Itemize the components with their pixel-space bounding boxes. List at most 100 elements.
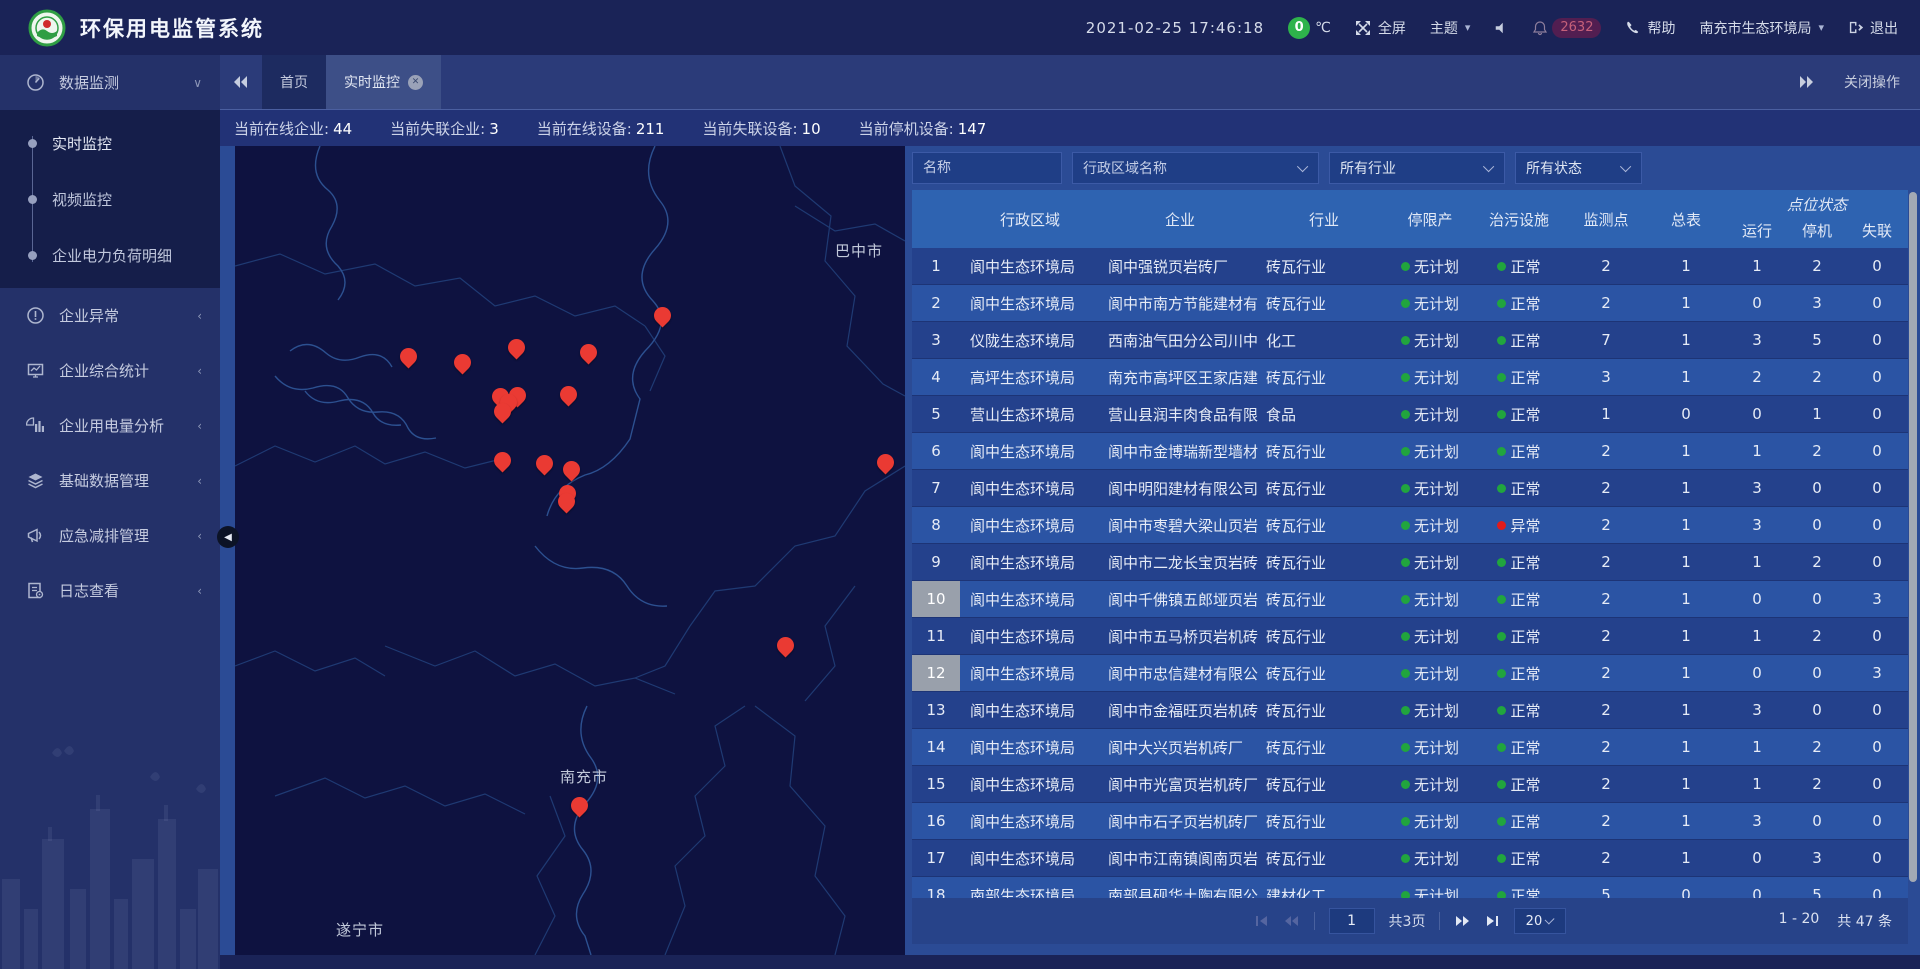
status-dot-green — [1497, 706, 1506, 715]
cell-halted: 3 — [1788, 840, 1846, 876]
prev-page-button[interactable] — [1283, 914, 1300, 928]
stat-label: 当前在线设备: — [537, 120, 632, 138]
next-page-button[interactable] — [1454, 914, 1471, 928]
cell-stop-status-label: 无计划 — [1414, 552, 1459, 573]
cell-stop-status-label: 无计划 — [1414, 811, 1459, 832]
cell-industry: 砖瓦行业 — [1260, 581, 1388, 617]
cell-index: 12 — [912, 655, 960, 691]
cell-total-meters: 1 — [1646, 359, 1726, 395]
map-canvas[interactable]: 巴中市南充市遂宁市 — [235, 146, 905, 955]
sound-toggle[interactable] — [1494, 21, 1508, 35]
chevron-down-icon: ∨ — [193, 76, 202, 90]
table-row[interactable]: 15阆中生态环境局阆中市光富页岩机砖厂砖瓦行业无计划正常21120 — [912, 766, 1908, 803]
cell-treatment-status-label: 正常 — [1510, 441, 1540, 462]
cell-halted: 2 — [1788, 729, 1846, 765]
table-row[interactable]: 10阆中生态环境局阆中千佛镇五郎垭页岩砖瓦行业无计划正常21003 — [912, 581, 1908, 618]
sidebar-sub-item-1[interactable]: 视频监控 — [0, 171, 220, 227]
cell-stop-status-label: 无计划 — [1414, 478, 1459, 499]
table-row[interactable]: 6阆中生态环境局阆中市金博瑞新型墙材砖瓦行业无计划正常21120 — [912, 433, 1908, 470]
cell-industry: 砖瓦行业 — [1260, 544, 1388, 580]
cell-region: 阆中生态环境局 — [960, 507, 1100, 543]
sidebar-item-label: 数据监测 — [59, 72, 119, 93]
cell-stop-status: 无计划 — [1388, 766, 1472, 802]
table-row[interactable]: 4高坪生态环境局南充市高坪区王家店建砖瓦行业无计划正常31220 — [912, 359, 1908, 396]
last-page-button[interactable] — [1485, 914, 1500, 928]
cell-treatment-status-label: 正常 — [1510, 700, 1540, 721]
status-select[interactable]: 所有状态 — [1515, 152, 1642, 184]
sidebar-item-6[interactable]: 日志查看‹ — [0, 563, 220, 618]
help-button[interactable]: 帮助 — [1625, 18, 1675, 38]
pagination-controls: 共3页 20 — [912, 908, 1908, 934]
logout-button[interactable]: 退出 — [1848, 18, 1898, 38]
name-search-input[interactable] — [923, 160, 1051, 176]
cell-industry: 砖瓦行业 — [1260, 507, 1388, 543]
tab-1[interactable]: 实时监控✕ — [326, 55, 441, 109]
cell-stop-status: 无计划 — [1388, 470, 1472, 506]
cell-running: 1 — [1726, 248, 1788, 284]
cell-region: 阆中生态环境局 — [960, 248, 1100, 284]
table-row[interactable]: 17阆中生态环境局阆中市江南镇阆南页岩砖瓦行业无计划正常21030 — [912, 840, 1908, 877]
table-scrollbar-thumb[interactable] — [1909, 192, 1917, 882]
region-select[interactable]: 行政区域名称 — [1072, 152, 1319, 184]
page-number-input[interactable] — [1329, 908, 1375, 934]
cell-monitor-points: 2 — [1566, 433, 1646, 469]
table-row[interactable]: 2阆中生态环境局阆中市南方节能建材有砖瓦行业无计划正常21030 — [912, 285, 1908, 322]
table-row[interactable]: 9阆中生态环境局阆中市二龙长宝页岩砖砖瓦行业无计划正常21120 — [912, 544, 1908, 581]
table-row[interactable]: 7阆中生态环境局阆中明阳建材有限公司砖瓦行业无计划正常21300 — [912, 470, 1908, 507]
sidebar-item-1[interactable]: 企业异常‹ — [0, 288, 220, 343]
table-row[interactable]: 13阆中生态环境局阆中市金福旺页岩机砖砖瓦行业无计划正常21300 — [912, 692, 1908, 729]
cell-treatment-status-label: 正常 — [1510, 478, 1540, 499]
prev-page-icon — [1283, 914, 1300, 928]
panel-collapse-button[interactable]: ◀ — [217, 526, 239, 548]
notifications[interactable]: 2632 — [1532, 18, 1601, 38]
double-chevron-right-icon[interactable] — [1798, 75, 1814, 89]
tab-close-icon[interactable]: ✕ — [408, 75, 423, 90]
cell-monitor-points: 1 — [1566, 396, 1646, 432]
table-row[interactable]: 14阆中生态环境局阆中大兴页岩机砖厂砖瓦行业无计划正常21120 — [912, 729, 1908, 766]
sidebar-sub-item-0[interactable]: 实时监控 — [0, 115, 220, 171]
stat-value: 10 — [802, 120, 821, 138]
table-row[interactable]: 11阆中生态环境局阆中市五马桥页岩机砖砖瓦行业无计划正常21120 — [912, 618, 1908, 655]
sidebar-item-5[interactable]: 应急减排管理‹ — [0, 508, 220, 563]
cell-industry: 砖瓦行业 — [1260, 766, 1388, 802]
tabs-scroll-left-button[interactable] — [220, 55, 262, 109]
page-size-select[interactable]: 20 — [1514, 908, 1566, 934]
stat-item: 当前失联设备:10 — [702, 118, 820, 139]
sidebar-item-0[interactable]: 数据监测 ∨ — [0, 55, 220, 110]
table-row[interactable]: 12阆中生态环境局阆中市忠信建材有限公砖瓦行业无计划正常21003 — [912, 655, 1908, 692]
sidebar-item-4[interactable]: 基础数据管理‹ — [0, 453, 220, 508]
sidebar-item-2[interactable]: 企业综合统计‹ — [0, 343, 220, 398]
cell-stop-status: 无计划 — [1388, 692, 1472, 728]
table-row[interactable]: 5营山生态环境局营山县润丰肉食品有限食品无计划正常10010 — [912, 396, 1908, 433]
col-header-points: 监测点 — [1566, 190, 1646, 248]
theme-dropdown[interactable]: 主题 ▾ — [1430, 18, 1471, 38]
cell-halted: 0 — [1788, 803, 1846, 839]
status-dot-green — [1401, 521, 1410, 530]
first-page-button[interactable] — [1254, 914, 1269, 928]
stat-item: 当前停机设备:147 — [859, 118, 987, 139]
cell-halted: 2 — [1788, 544, 1846, 580]
cell-monitor-points: 2 — [1566, 507, 1646, 543]
cell-running: 0 — [1726, 581, 1788, 617]
table-row[interactable]: 3仪陇生态环境局西南油气田分公司川中化工无计划正常71350 — [912, 322, 1908, 359]
sidebar-item-3[interactable]: 企业用电量分析‹ — [0, 398, 220, 453]
fullscreen-button[interactable]: 全屏 — [1355, 18, 1406, 38]
fullscreen-icon — [1355, 20, 1371, 36]
name-search-field[interactable] — [912, 152, 1062, 184]
sidebar-sub-item-2[interactable]: 企业电力负荷明细 — [0, 227, 220, 283]
table-row[interactable]: 1阆中生态环境局阆中强锐页岩砖厂砖瓦行业无计划正常21120 — [912, 248, 1908, 285]
table-row[interactable]: 16阆中生态环境局阆中市石子页岩机砖厂砖瓦行业无计划正常21300 — [912, 803, 1908, 840]
table-scrollbar[interactable] — [1908, 190, 1918, 898]
table-row[interactable]: 18南部生态环境局南部县砚华土陶有限公建材化工无计划正常50050 — [912, 877, 1908, 898]
industry-select[interactable]: 所有行业 — [1329, 152, 1505, 184]
cell-company: 阆中大兴页岩机砖厂 — [1100, 729, 1260, 765]
org-dropdown[interactable]: 南充市生态环境局 ▾ — [1699, 18, 1824, 38]
total-pages-label: 共3页 — [1389, 911, 1426, 931]
col-header-industry: 行业 — [1260, 190, 1388, 248]
close-operations-button[interactable]: 关闭操作 — [1844, 72, 1900, 92]
cell-stop-status: 无计划 — [1388, 803, 1472, 839]
table-row[interactable]: 8阆中生态环境局阆中市枣碧大梁山页岩砖瓦行业无计划异常21300 — [912, 507, 1908, 544]
tab-0[interactable]: 首页 — [262, 55, 326, 109]
cell-region: 阆中生态环境局 — [960, 618, 1100, 654]
brand: 环保用电监管系统 — [28, 9, 264, 47]
